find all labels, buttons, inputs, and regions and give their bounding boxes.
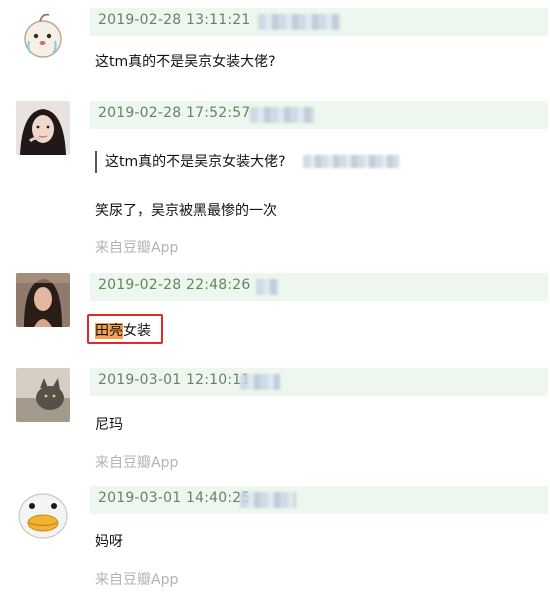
comment-timestamp: 2019-03-01 12:10:11 [98,372,251,388]
comment-text-rest: 女装 [123,323,151,339]
comment-timestamp: 2019-02-28 22:48:26 [98,277,251,293]
comment-source: 来自豆瓣App [95,455,179,471]
comment-meta-bar: 2019-03-01 12:10:11 [90,368,548,396]
comment-meta-bar: 2019-02-28 17:52:57 [90,101,548,129]
quoted-comment: 这tm真的不是吴京女装大佬? [95,151,399,173]
blurred-username [240,374,280,390]
blurred-username [240,492,296,508]
comment-source: 来自豆瓣App [95,240,179,256]
cartoon-face-icon [16,8,70,62]
comment-timestamp: 2019-03-01 14:40:25 [98,490,251,506]
blurred-username [250,107,314,123]
blurred-username [258,14,340,30]
duck-cartoon-icon [16,486,70,540]
quoted-text: 这tm真的不是吴京女装大佬? [105,154,286,170]
user-avatar[interactable] [16,101,70,155]
user-avatar[interactable] [16,486,70,540]
comment-text: 妈呀 [95,534,123,550]
user-avatar[interactable] [16,273,70,327]
comment-text: 田亮女装 [95,320,151,340]
comment-source: 来自豆瓣App [95,572,179,588]
blurred-quote-author [303,155,399,168]
comment-timestamp: 2019-02-28 17:52:57 [98,105,251,121]
user-avatar[interactable] [16,8,70,62]
comment-text: 尼玛 [95,417,123,433]
comment-text: 这tm真的不是吴京女装大佬? [95,54,276,70]
girl-photo-icon [16,101,70,155]
user-avatar[interactable] [16,368,70,422]
comment-text: 笑尿了，吴京被黑最惨的一次 [95,203,277,219]
highlighted-name: 田亮 [95,323,123,339]
comment-timestamp: 2019-02-28 13:11:21 [98,12,251,28]
blurred-username [256,279,278,295]
woman-photo-icon [16,273,70,327]
comment-meta-bar: 2019-03-01 14:40:25 [90,486,548,514]
cat-photo-icon [16,368,70,422]
comment-meta-bar: 2019-02-28 13:11:21 [90,8,548,36]
comment-meta-bar: 2019-02-28 22:48:26 [90,273,548,301]
